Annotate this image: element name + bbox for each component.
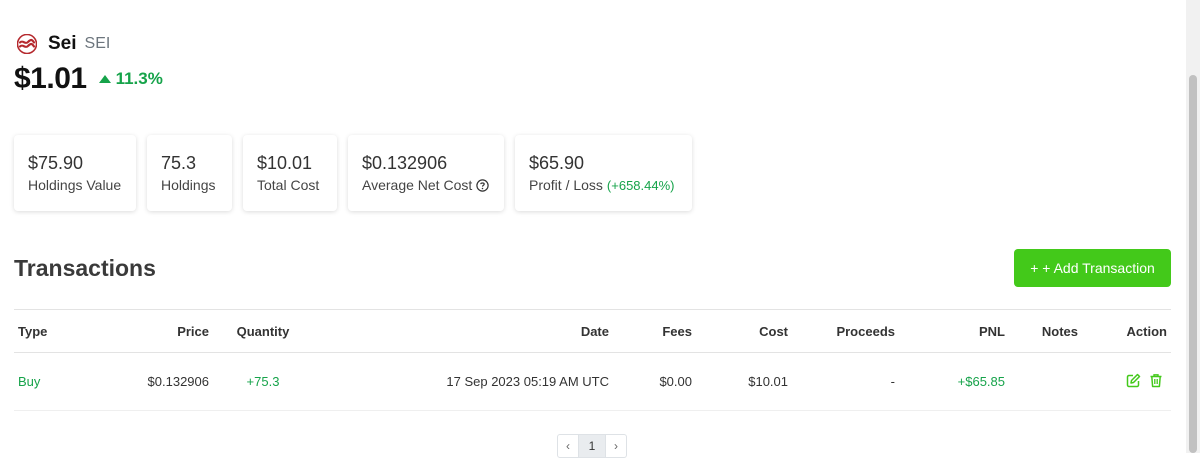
stat-card-profit-loss: $65.90 Profit / Loss (+658.44%): [515, 135, 692, 211]
stats-cards: $75.90 Holdings Value 75.3 Holdings $10.…: [14, 135, 692, 211]
stat-value: $10.01: [257, 153, 313, 173]
stat-card-holdings-value: $75.90 Holdings Value: [14, 135, 136, 211]
sei-logo-icon: [16, 33, 38, 55]
column-header-proceeds[interactable]: Proceeds: [792, 309, 899, 353]
question-circle-icon[interactable]: [476, 178, 489, 192]
coin-name: Sei: [48, 33, 77, 54]
pagination-page[interactable]: 1: [579, 434, 606, 458]
caret-up-icon: [98, 75, 111, 83]
stat-card-average-net-cost: $0.132906 Average Net Cost: [348, 135, 504, 211]
transactions-table: Type Price Quantity Date Fees Cost Proce…: [14, 309, 1171, 411]
cell-notes: [1009, 352, 1082, 411]
column-header-quantity[interactable]: Quantity: [213, 309, 313, 353]
cell-proceeds: -: [792, 352, 899, 411]
price-change: 11.3%: [98, 69, 163, 89]
pagination-next[interactable]: ›: [606, 434, 627, 458]
stat-card-total-cost: $10.01 Total Cost: [243, 135, 337, 211]
stat-value: $75.90: [28, 153, 84, 173]
column-header-notes: Notes: [1009, 309, 1082, 353]
table-row: Buy $0.132906 +75.3 17 Sep 2023 05:19 AM…: [14, 352, 1171, 411]
pagination-prev[interactable]: ‹: [557, 434, 579, 458]
edit-icon[interactable]: [1126, 373, 1141, 391]
stat-label: Average Net Cost: [362, 177, 473, 193]
cell-action: [1082, 352, 1171, 411]
cell-cost: $10.01: [696, 352, 792, 411]
stat-value: 75.3: [161, 153, 197, 173]
stat-value: $65.90: [529, 153, 585, 173]
cell-fees: $0.00: [613, 352, 696, 411]
stat-label: Holdings: [161, 177, 216, 193]
pagination: ‹ 1 ›: [557, 434, 627, 458]
stat-card-holdings: 75.3 Holdings: [147, 135, 232, 211]
trash-icon[interactable]: [1149, 373, 1163, 391]
price-row: $1.01 11.3%: [14, 62, 163, 96]
stat-label: Total Cost: [257, 177, 320, 193]
vertical-scrollbar[interactable]: [1186, 0, 1200, 453]
column-header-fees[interactable]: Fees: [613, 309, 696, 353]
stat-label: Holdings Value: [28, 177, 122, 193]
column-header-action: Action: [1082, 309, 1171, 353]
coin-price: $1.01: [14, 62, 87, 95]
column-header-date[interactable]: Date: [313, 309, 613, 353]
cell-type: Buy: [14, 352, 79, 411]
column-header-pnl[interactable]: PNL: [899, 309, 1009, 353]
column-header-type[interactable]: Type: [14, 309, 79, 353]
coin-header: Sei SEI: [16, 33, 111, 55]
profit-percent: (+658.44%): [606, 177, 675, 193]
price-change-value: 11.3%: [115, 69, 163, 88]
cell-quantity: +75.3: [213, 352, 313, 411]
column-header-price[interactable]: Price: [79, 309, 213, 353]
cell-date: 17 Sep 2023 05:19 AM UTC: [313, 352, 613, 411]
stat-value: $0.132906: [362, 153, 448, 173]
add-transaction-button[interactable]: + + Add Transaction: [1014, 249, 1171, 287]
scrollbar-thumb[interactable]: [1189, 75, 1197, 453]
transactions-title: Transactions: [14, 255, 156, 281]
stat-label: Profit / Loss: [529, 177, 603, 193]
column-header-cost[interactable]: Cost: [696, 309, 792, 353]
coin-symbol: SEI: [84, 35, 111, 52]
cell-price: $0.132906: [79, 352, 213, 411]
table-header-row: Type Price Quantity Date Fees Cost Proce…: [14, 309, 1171, 353]
cell-pnl: +$65.85: [899, 352, 1009, 411]
